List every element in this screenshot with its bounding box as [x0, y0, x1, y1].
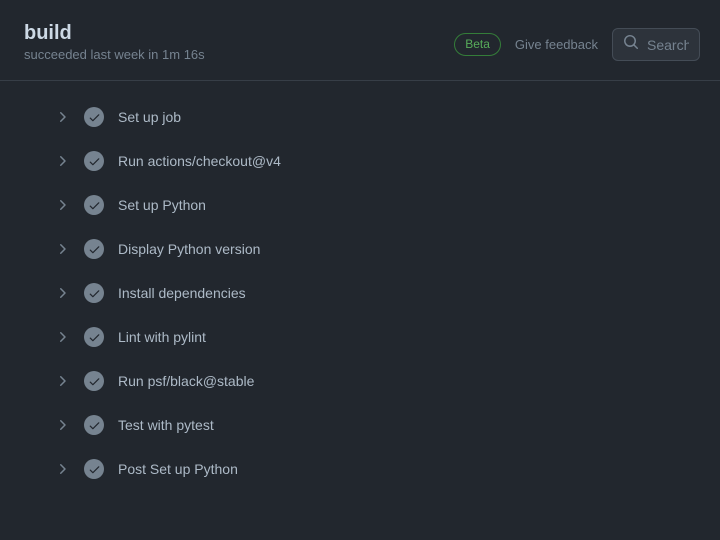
step-label: Set up Python: [118, 197, 206, 213]
step-label: Run actions/checkout@v4: [118, 153, 281, 169]
header: build succeeded last week in 1m 16s Beta…: [0, 0, 720, 81]
beta-badge: Beta: [454, 33, 501, 56]
step-row[interactable]: Lint with pylint: [0, 315, 720, 359]
chevron-right-icon: [54, 417, 70, 433]
step-label: Set up job: [118, 109, 181, 125]
check-circle-icon: [84, 371, 104, 391]
step-row[interactable]: Run actions/checkout@v4: [0, 139, 720, 183]
chevron-right-icon: [54, 153, 70, 169]
check-circle-icon: [84, 327, 104, 347]
give-feedback-link[interactable]: Give feedback: [515, 37, 598, 52]
step-label: Post Set up Python: [118, 461, 238, 477]
check-circle-icon: [84, 239, 104, 259]
header-right: Beta Give feedback: [454, 28, 700, 61]
chevron-right-icon: [54, 197, 70, 213]
step-row[interactable]: Install dependencies: [0, 271, 720, 315]
step-label: Test with pytest: [118, 417, 214, 433]
chevron-right-icon: [54, 241, 70, 257]
step-label: Run psf/black@stable: [118, 373, 254, 389]
step-row[interactable]: Run psf/black@stable: [0, 359, 720, 403]
chevron-right-icon: [54, 109, 70, 125]
step-label: Lint with pylint: [118, 329, 206, 345]
workflow-title: build: [24, 22, 205, 45]
check-circle-icon: [84, 151, 104, 171]
search-icon: [623, 34, 639, 55]
search-input[interactable]: [647, 37, 689, 53]
check-circle-icon: [84, 459, 104, 479]
chevron-right-icon: [54, 373, 70, 389]
check-circle-icon: [84, 107, 104, 127]
workflow-status: succeeded last week in 1m 16s: [24, 47, 205, 62]
step-label: Display Python version: [118, 241, 260, 257]
check-circle-icon: [84, 195, 104, 215]
check-circle-icon: [84, 283, 104, 303]
check-circle-icon: [84, 415, 104, 435]
chevron-right-icon: [54, 329, 70, 345]
search-box[interactable]: [612, 28, 700, 61]
header-left: build succeeded last week in 1m 16s: [24, 22, 205, 62]
chevron-right-icon: [54, 285, 70, 301]
steps-list: Set up job Run actions/checkout@v4 Set u…: [0, 81, 720, 505]
step-row[interactable]: Set up job: [0, 95, 720, 139]
step-row[interactable]: Display Python version: [0, 227, 720, 271]
step-row[interactable]: Set up Python: [0, 183, 720, 227]
chevron-right-icon: [54, 461, 70, 477]
step-row[interactable]: Post Set up Python: [0, 447, 720, 491]
step-row[interactable]: Test with pytest: [0, 403, 720, 447]
step-label: Install dependencies: [118, 285, 246, 301]
